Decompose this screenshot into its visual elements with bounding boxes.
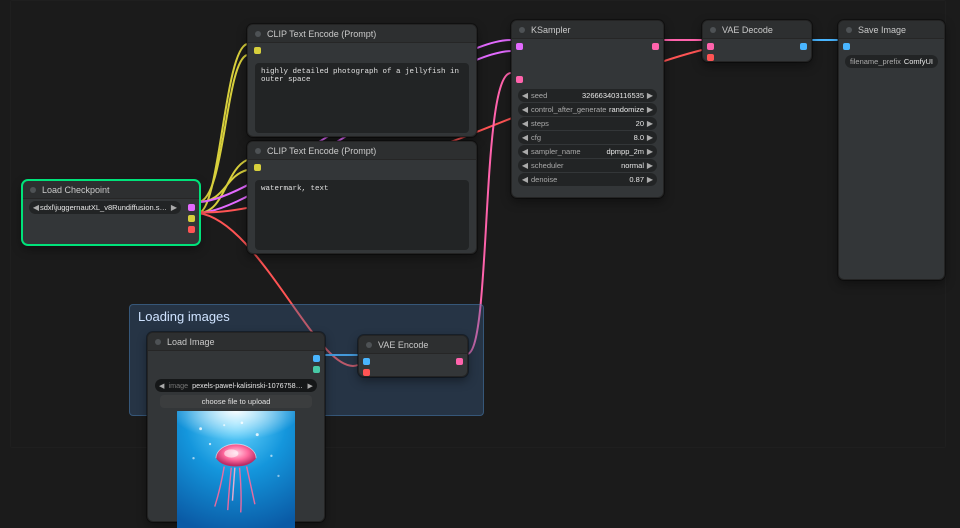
node-save-image[interactable]: Save Image filename_prefix ComfyUI <box>838 20 945 280</box>
chevron-left-icon[interactable]: ◀ <box>159 381 165 390</box>
port-clip-in[interactable] <box>254 164 261 171</box>
node-title: CLIP Text Encode (Prompt) <box>267 29 376 39</box>
port[interactable] <box>516 43 523 50</box>
chevron-right-icon[interactable]: ▶ <box>646 175 654 184</box>
chevron-right-icon[interactable]: ▶ <box>307 381 313 390</box>
chevron-right-icon[interactable]: ▶ <box>646 91 654 100</box>
port-clip[interactable] <box>188 215 195 222</box>
input-pixels[interactable] <box>363 356 370 367</box>
collapse-icon[interactable] <box>710 27 716 33</box>
chevron-right-icon[interactable]: ▶ <box>646 133 654 142</box>
node-title: Load Checkpoint <box>42 185 110 195</box>
image-selector[interactable]: ◀ image pexels-pawel-kalisinski-1076758.… <box>155 379 317 392</box>
chevron-left-icon[interactable]: ◀ <box>521 105 529 114</box>
input-model[interactable] <box>516 41 523 52</box>
chevron-left-icon[interactable]: ◀ <box>521 91 529 100</box>
port-cond-out[interactable] <box>463 47 470 54</box>
chevron-right-icon[interactable]: ▶ <box>646 161 654 170</box>
output-conditioning[interactable]: CONDITIONING <box>463 45 470 56</box>
port[interactable] <box>707 43 714 50</box>
collapse-icon[interactable] <box>846 27 852 33</box>
ksampler-control_after_generate-widget[interactable]: ◀control_after_generaterandomize▶ <box>518 103 657 116</box>
input-positive[interactable] <box>516 52 523 63</box>
choose-file-button[interactable]: choose file to upload <box>160 395 312 408</box>
chevron-left-icon[interactable]: ◀ <box>521 119 529 128</box>
input-clip[interactable]: clip <box>254 162 261 173</box>
node-clip-positive[interactable]: CLIP Text Encode (Prompt) clip CONDITION… <box>247 24 477 137</box>
port[interactable] <box>516 54 523 61</box>
port[interactable] <box>313 366 320 373</box>
input-latent[interactable] <box>516 74 523 85</box>
node-title: CLIP Text Encode (Prompt) <box>267 146 376 156</box>
input-vae[interactable] <box>707 52 714 63</box>
collapse-icon[interactable] <box>255 31 261 37</box>
output-image[interactable] <box>313 353 320 364</box>
node-clip-negative[interactable]: CLIP Text Encode (Prompt) clip CONDITION… <box>247 141 477 254</box>
chevron-right-icon[interactable]: ▶ <box>170 203 178 212</box>
chevron-left-icon[interactable]: ◀ <box>521 147 529 156</box>
ksampler-cfg-widget[interactable]: ◀cfg8.0▶ <box>518 131 657 144</box>
ksampler-denoise-widget[interactable]: ◀denoise0.87▶ <box>518 173 657 186</box>
collapse-icon[interactable] <box>30 187 36 193</box>
port[interactable] <box>843 43 850 50</box>
node-load-checkpoint[interactable]: Load Checkpoint MODEL CLIP VAE ◀ sdxl\ju… <box>22 180 200 245</box>
collapse-icon[interactable] <box>155 339 161 345</box>
node-title: KSampler <box>531 25 571 35</box>
output-clip[interactable]: CLIP <box>188 213 195 224</box>
input-samples[interactable] <box>707 41 714 52</box>
prompt-textarea[interactable]: highly detailed photograph of a jellyfis… <box>255 63 469 133</box>
port-clip-in[interactable] <box>254 47 261 54</box>
input-images[interactable] <box>843 41 850 52</box>
port[interactable] <box>363 358 370 365</box>
node-title: VAE Decode <box>722 25 773 35</box>
port-model[interactable] <box>188 204 195 211</box>
chevron-right-icon[interactable]: ▶ <box>646 105 654 114</box>
chevron-left-icon[interactable]: ◀ <box>521 133 529 142</box>
port[interactable] <box>800 43 807 50</box>
output-latent[interactable] <box>456 356 463 367</box>
port-cond-out[interactable] <box>463 164 470 171</box>
chevron-left-icon[interactable]: ◀ <box>32 203 40 212</box>
port-vae[interactable] <box>188 226 195 233</box>
node-vae-decode[interactable]: VAE Decode <box>702 20 812 62</box>
chevron-right-icon[interactable]: ▶ <box>646 119 654 128</box>
node-ksampler[interactable]: KSampler ◀seed326663403116535▶◀control_a… <box>511 20 664 198</box>
port[interactable] <box>363 369 370 376</box>
port[interactable] <box>652 43 659 50</box>
collapse-icon[interactable] <box>366 342 372 348</box>
prompt-textarea[interactable]: watermark, text <box>255 180 469 250</box>
port[interactable] <box>516 65 523 72</box>
port[interactable] <box>707 54 714 61</box>
port[interactable] <box>313 355 320 362</box>
node-title: VAE Encode <box>378 340 428 350</box>
port[interactable] <box>516 76 523 83</box>
input-clip[interactable]: clip <box>254 45 261 56</box>
collapse-icon[interactable] <box>255 148 261 154</box>
output-latent[interactable] <box>652 41 659 52</box>
node-title: Save Image <box>858 25 906 35</box>
image-preview <box>176 411 296 528</box>
filename-prefix-widget[interactable]: filename_prefix ComfyUI <box>845 55 938 68</box>
output-conditioning[interactable]: CONDITIONING <box>463 162 470 173</box>
ksampler-scheduler-widget[interactable]: ◀schedulernormal▶ <box>518 159 657 172</box>
chevron-left-icon[interactable]: ◀ <box>521 161 529 170</box>
ksampler-seed-widget[interactable]: ◀seed326663403116535▶ <box>518 89 657 102</box>
node-vae-encode[interactable]: VAE Encode <box>358 335 468 377</box>
ksampler-steps-widget[interactable]: ◀steps20▶ <box>518 117 657 130</box>
output-image[interactable] <box>800 41 807 52</box>
chevron-left-icon[interactable]: ◀ <box>521 175 529 184</box>
output-model[interactable]: MODEL <box>188 202 195 213</box>
output-vae[interactable]: VAE <box>188 224 195 235</box>
ksampler-sampler_name-widget[interactable]: ◀sampler_namedpmpp_2m▶ <box>518 145 657 158</box>
node-load-image[interactable]: Load Image ◀ image pexels-pawel-kalisins… <box>147 332 325 522</box>
collapse-icon[interactable] <box>519 27 525 33</box>
chevron-right-icon[interactable]: ▶ <box>646 147 654 156</box>
output-mask[interactable] <box>313 364 320 375</box>
input-negative[interactable] <box>516 63 523 74</box>
node-title: Load Image <box>167 337 215 347</box>
port[interactable] <box>456 358 463 365</box>
input-vae[interactable] <box>363 367 370 378</box>
group-title: Loading images <box>130 305 483 328</box>
ckpt-widget[interactable]: ◀ sdxl\juggernautXL_v8Rundiffusion.safet… <box>29 201 181 214</box>
